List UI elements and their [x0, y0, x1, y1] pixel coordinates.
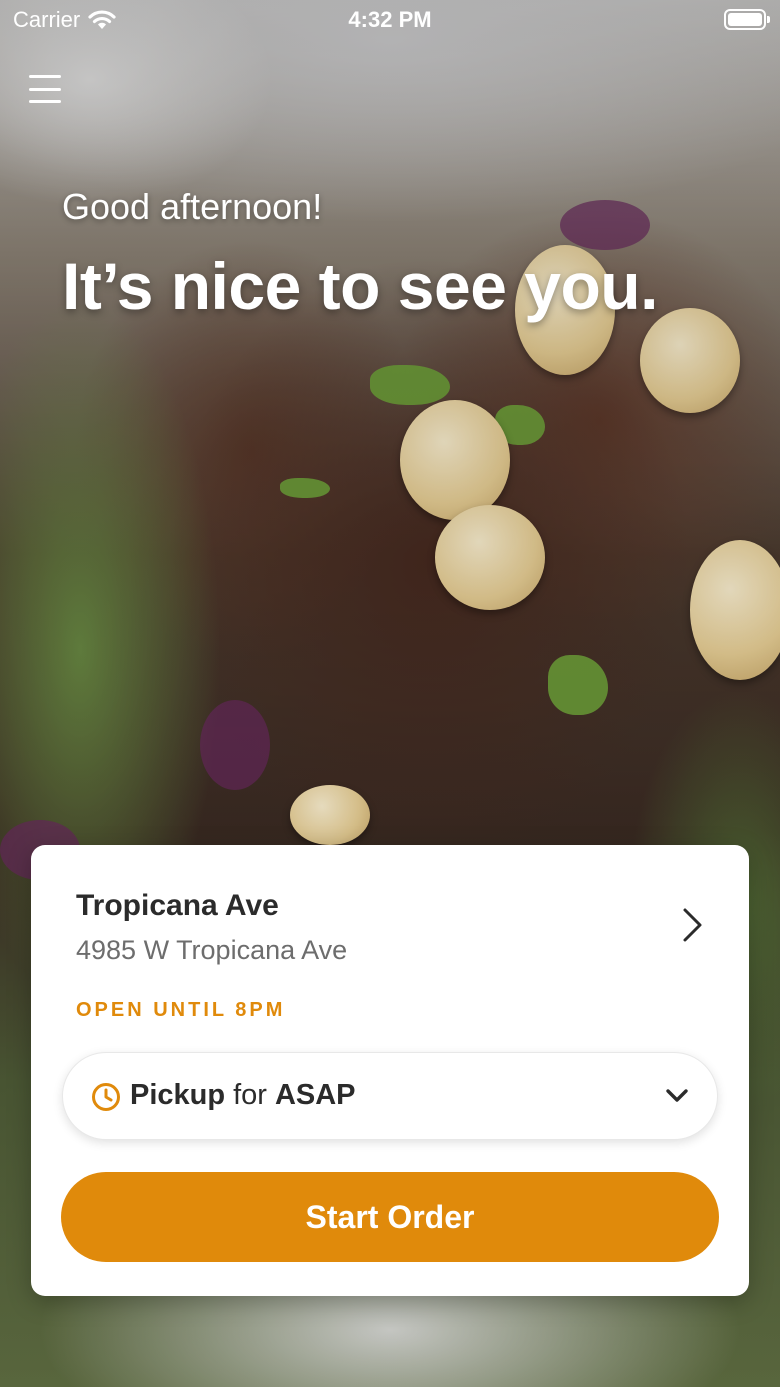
pickup-summary: Pickup for ASAP [130, 1079, 356, 1112]
greeting-headline: It’s nice to see you. [62, 249, 658, 323]
chevron-right-icon [683, 908, 702, 942]
clock-icon [92, 1083, 120, 1111]
clock-time: 4:32 PM [348, 7, 432, 32]
battery-icon [724, 9, 770, 30]
store-address: 4985 W Tropicana Ave [76, 935, 348, 965]
start-order-button[interactable]: Start Order [61, 1172, 719, 1262]
store-hours-status: OPEN UNTIL 8PM [76, 999, 286, 1021]
order-time: ASAP [274, 1079, 356, 1111]
store-name: Tropicana Ave [76, 889, 279, 922]
store-selector[interactable]: Tropicana Ave 4985 W Tropicana Ave [31, 845, 749, 985]
chevron-down-icon [666, 1089, 688, 1102]
greeting-subtitle: Good afternoon! [62, 186, 323, 227]
status-bar: Carrier 4:32 PM [0, 0, 780, 40]
order-method: Pickup [130, 1079, 226, 1111]
hamburger-menu-icon[interactable] [28, 72, 62, 106]
order-connector: for [233, 1079, 267, 1111]
location-card: Tropicana Ave 4985 W Tropicana Ave OPEN … [31, 845, 749, 1296]
pickup-time-dropdown[interactable]: Pickup for ASAP [62, 1052, 718, 1140]
